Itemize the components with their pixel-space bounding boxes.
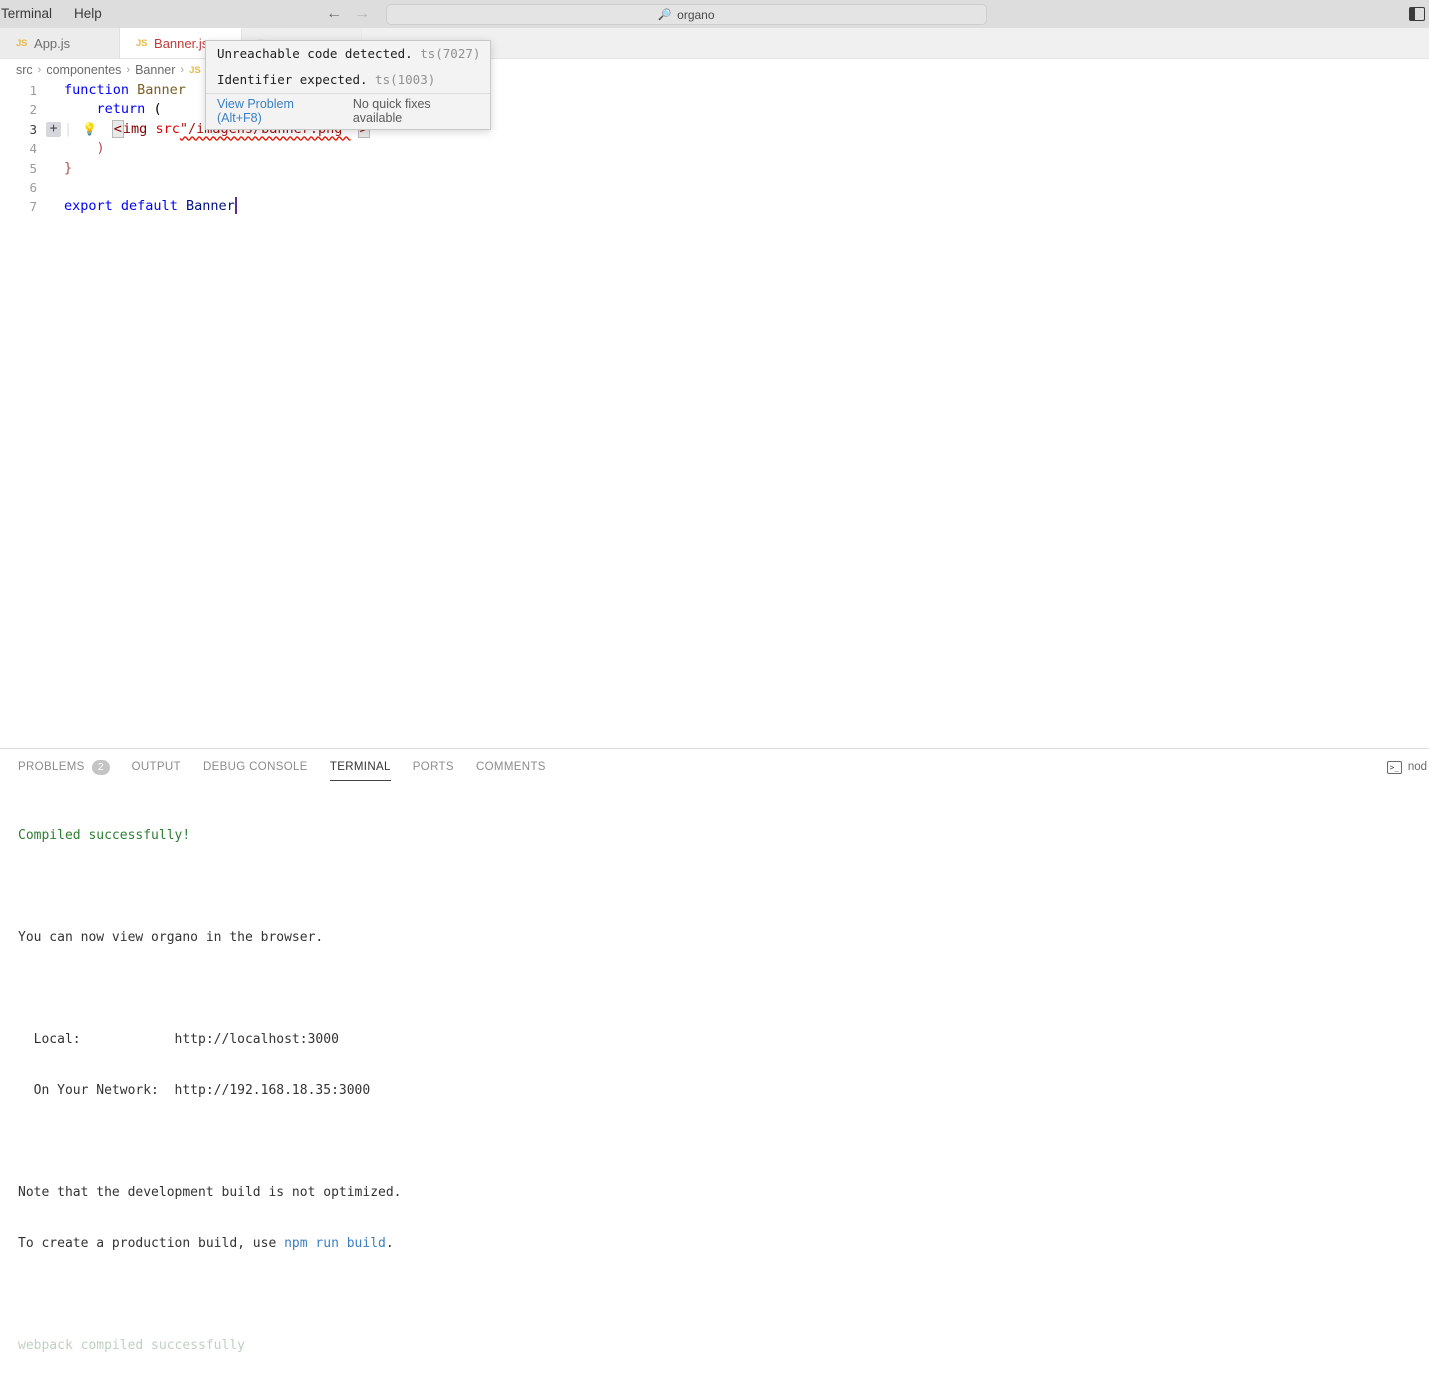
panel-tab-label: DEBUG CONSOLE [202, 761, 308, 773]
terminal-line: You can now view organo in the browser. [18, 930, 324, 945]
js-file-icon: JS [136, 38, 148, 49]
menu-item-help[interactable]: Help [64, 3, 112, 25]
terminal-line: To create a production build, use npm ru… [18, 1235, 1429, 1252]
terminal-line: On Your Network: http://192.168.18.35:30… [18, 1083, 371, 1098]
terminal-command-link[interactable]: npm run build [284, 1236, 386, 1251]
menu-item-terminal[interactable]: Terminal [0, 3, 62, 25]
bottom-panel: PROBLEMS 2 OUTPUT DEBUG CONSOLE TERMINAL… [0, 748, 1429, 1353]
chevron-right-icon: › [180, 64, 185, 76]
chevron-right-icon: › [37, 64, 42, 76]
code-line-content: export default Banner [64, 197, 237, 215]
panel-tab-label: TERMINAL [329, 761, 391, 773]
problem-message: Identifier expected. [217, 72, 368, 87]
terminal-text-tail: . [385, 1236, 394, 1251]
breadcrumb-item-componentes[interactable]: componentes [46, 63, 121, 77]
error-hover-tooltip: Unreachable code detected. ts(7027) Iden… [205, 40, 491, 130]
quick-fix-note: No quick fixes available [352, 97, 431, 125]
line-number: 5 [29, 160, 37, 176]
panel-tab-label: PROBLEMS [18, 761, 85, 773]
line-number: 3 [29, 121, 37, 137]
code-line-content: } [64, 159, 73, 176]
panel-tab-ports[interactable]: PORTS [413, 749, 454, 785]
breadcrumb-item-banner[interactable]: Banner [135, 63, 175, 77]
code-line-6: 6 [0, 178, 1429, 197]
navigation-arrows: ← → [326, 0, 370, 28]
command-center-text: organo [677, 7, 715, 22]
terminal-line: Note that the development build is not o… [18, 1185, 402, 1200]
panel-right-controls: >_ nod [1386, 749, 1429, 785]
panel-tab-label: OUTPUT [131, 761, 181, 773]
code-line-5: 5 } [0, 159, 1429, 178]
panel-tab-comments[interactable]: COMMENTS [476, 749, 546, 785]
panel-tab-output[interactable]: OUTPUT [132, 749, 181, 785]
terminal-line: webpack compiled successfully [18, 1338, 245, 1353]
problems-count-badge: 2 [91, 759, 110, 775]
problem-message-row: Unreachable code detected. ts(7027) [206, 41, 490, 67]
text-cursor [234, 197, 237, 215]
panel-tab-bar: PROBLEMS 2 OUTPUT DEBUG CONSOLE TERMINAL… [0, 749, 1429, 785]
title-bar: Terminal Help ← → 🔍 organo [0, 0, 1429, 979]
hover-action-bar: View Problem (Alt+F8) No quick fixes ava… [206, 93, 490, 129]
code-line-7: 7 export default Banner [0, 197, 1429, 216]
chevron-right-icon: › [126, 64, 131, 76]
line-number: 1 [29, 83, 37, 98]
view-problem-link[interactable]: View Problem (Alt+F8) [217, 97, 339, 125]
problem-code: ts(7027) [420, 46, 481, 61]
command-center[interactable]: 🔍 organo [386, 4, 987, 25]
search-icon: 🔍 [658, 9, 673, 21]
terminal-line: Compiled successfully! [18, 828, 191, 843]
terminal-instance-label: nod [1407, 761, 1427, 773]
code-line-content: ) [80, 140, 105, 157]
tab-label: App.js [34, 35, 71, 51]
js-file-icon: JS [189, 64, 201, 76]
breadcrumb-item-src[interactable]: src [16, 63, 33, 77]
problem-code: ts(1003) [375, 72, 436, 87]
js-file-icon: JS [16, 37, 28, 49]
tab-label: Banner.js [154, 36, 209, 51]
panel-tab-debug-console[interactable]: DEBUG CONSOLE [203, 749, 308, 785]
go-forward-icon[interactable]: → [354, 6, 370, 22]
toggle-primary-sidebar-icon[interactable] [1409, 7, 1425, 21]
terminal-output[interactable]: Compiled successfully! You can now view … [0, 785, 1429, 1388]
line-number: 7 [29, 199, 37, 215]
line-number: 2 [29, 102, 37, 118]
layout-controls [1409, 0, 1429, 979]
code-editor[interactable]: 1 function Banner 2 return ( 3 + 💡 | <im… [0, 81, 1429, 748]
menu-bar: Terminal Help [0, 0, 114, 28]
panel-tab-label: COMMENTS [475, 761, 546, 773]
jsx-attribute: src [155, 120, 180, 137]
terminal-instance-chip[interactable]: >_ nod [1386, 760, 1427, 774]
go-back-icon[interactable]: ← [326, 6, 342, 22]
line-number: 4 [29, 141, 37, 157]
panel-tab-terminal[interactable]: TERMINAL [329, 749, 391, 785]
terminal-node-icon: >_ [1386, 760, 1402, 774]
jsx-tag-name: img [122, 120, 148, 137]
terminal-line: Local: http://localhost:3000 [18, 1032, 339, 1047]
line-number: 6 [29, 179, 37, 195]
code-line-4: 4 ) [0, 139, 1429, 158]
panel-tab-label: PORTS [412, 761, 454, 773]
terminal-text: To create a production build, use [18, 1236, 285, 1251]
problem-message-row: Identifier expected. ts(1003) [206, 67, 490, 93]
tab-app-js[interactable]: JS App.js [0, 28, 120, 58]
problem-message: Unreachable code detected. [217, 46, 413, 61]
panel-tab-problems[interactable]: PROBLEMS 2 [18, 749, 110, 785]
